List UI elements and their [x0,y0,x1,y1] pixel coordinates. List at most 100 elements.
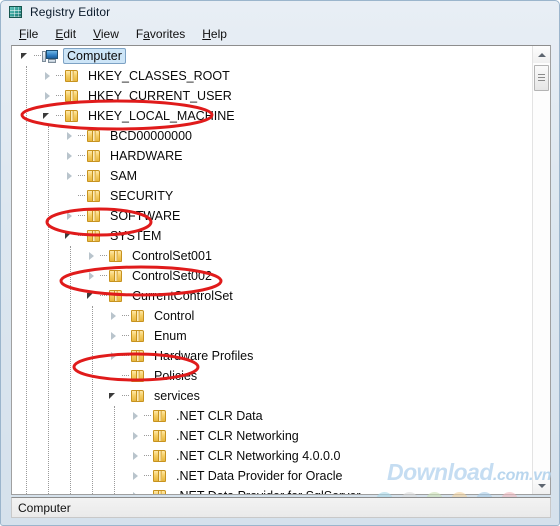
tree-connector [56,106,64,126]
expand-triangle-icon[interactable] [62,206,78,226]
scroll-up-arrow-icon [538,53,546,57]
tree-item[interactable]: Computer [12,46,533,66]
folder-icon [64,109,81,123]
menu-item-view[interactable]: View [85,25,128,43]
expand-triangle-icon[interactable] [106,346,122,366]
expand-triangle-icon[interactable] [128,406,144,426]
scrollbar-thumb[interactable] [534,65,549,91]
folder-icon [64,89,81,103]
watermark-suffix-text: .com.vn [492,467,552,484]
tree-item[interactable]: Hardware Profiles [12,346,533,366]
collapse-triangle-icon[interactable] [18,46,34,66]
tree-connector [34,46,42,66]
tree-item-label: Enum [154,329,187,343]
folder-icon [108,289,125,303]
expand-triangle-icon[interactable] [128,466,144,486]
folder-icon [152,489,169,494]
tree-item-label: HKEY_CURRENT_USER [88,89,232,103]
tree-item[interactable]: Policies [12,366,533,386]
folder-icon [130,309,147,323]
menu-item-help[interactable]: Help [194,25,236,43]
tree-item[interactable]: ControlSet001 [12,246,533,266]
menu-item-file[interactable]: File [11,25,47,43]
folder-icon [152,429,169,443]
tree-item-label: Policies [154,369,198,383]
tree-connector [144,426,152,446]
tree-item[interactable]: CurrentControlSet [12,286,533,306]
tree-connector [122,346,130,366]
folder-icon [152,449,169,463]
collapse-triangle-icon[interactable] [106,386,122,406]
tree-connector [78,166,86,186]
tree-item-label: HARDWARE [110,149,183,163]
tree-item[interactable]: SOFTWARE [12,206,533,226]
tree-item[interactable]: Enum [12,326,533,346]
collapse-triangle-icon[interactable] [40,106,56,126]
tree-connector [100,246,108,266]
tree-item-label: .NET Data Provider for SqlServer [174,489,363,494]
scroll-up-arrow-button[interactable] [533,46,550,63]
folder-icon [130,369,147,383]
expand-triangle-icon[interactable] [40,66,56,86]
expand-triangle-icon[interactable] [40,86,56,106]
status-bar: Computer [11,497,551,518]
menu-item-edit[interactable]: Edit [47,25,85,43]
folder-icon [86,189,103,203]
tree-item[interactable]: HKEY_CLASSES_ROOT [12,66,533,86]
tree-item-label: SYSTEM [110,229,162,243]
tree-item[interactable]: Control [12,306,533,326]
expand-triangle-icon[interactable] [106,326,122,346]
tree-item-label: Computer [63,48,126,64]
expand-triangle-icon[interactable] [128,426,144,446]
folder-icon [86,149,103,163]
folder-icon [130,329,147,343]
tree-connector [100,286,108,306]
registry-tree[interactable]: Computer HKEY_CLASSES_ROOT HKEY_CURRENT_US… [12,46,533,494]
tree-connector [78,146,86,166]
folder-icon [108,249,125,263]
tree-connector [78,226,86,246]
tree-item[interactable]: services [12,386,533,406]
tree-item[interactable]: HKEY_LOCAL_MACHINE [12,106,533,126]
expand-triangle-icon[interactable] [128,446,144,466]
folder-icon [86,169,103,183]
menu-item-favorites[interactable]: Favorites [128,25,194,43]
expand-triangle-icon[interactable] [84,246,100,266]
status-bar-path: Computer [18,500,71,515]
tree-item[interactable]: HKEY_CURRENT_USER [12,86,533,106]
tree-connector [144,466,152,486]
tree-item-label: HKEY_LOCAL_MACHINE [88,109,235,123]
tree-connector [122,386,130,406]
expand-triangle-icon[interactable] [62,126,78,146]
expand-triangle-icon[interactable] [106,306,122,326]
tree-connector [122,326,130,346]
tree-item[interactable]: HARDWARE [12,146,533,166]
tree-item[interactable]: .NET CLR Data [12,406,533,426]
tree-item-label: .NET CLR Networking 4.0.0.0 [176,449,341,463]
collapse-triangle-icon[interactable] [62,226,78,246]
tree-connector [144,446,152,466]
tree-item[interactable]: .NET CLR Networking [12,426,533,446]
expand-triangle-icon[interactable] [62,166,78,186]
tree-item[interactable]: BCD00000000 [12,126,533,146]
registry-icon [8,4,24,20]
scrollbar-grip-icon [538,74,545,75]
menu-bar: File Edit View Favorites Help [11,24,551,44]
tree-item[interactable]: ControlSet002 [12,266,533,286]
collapse-triangle-icon[interactable] [84,286,100,306]
tree-item[interactable]: SECURITY [12,186,533,206]
expand-triangle-icon[interactable] [62,146,78,166]
tree-item-label: BCD00000000 [110,129,193,143]
folder-icon [86,129,103,143]
tree-item[interactable]: SYSTEM [12,226,533,246]
expand-triangle-icon[interactable] [128,486,144,494]
vertical-scrollbar[interactable] [532,46,550,494]
tree-item-label: Hardware Profiles [154,349,254,363]
tree-connector [56,86,64,106]
tree-item[interactable]: SAM [12,166,533,186]
expand-triangle-icon[interactable] [84,266,100,286]
tree-connector [56,66,64,86]
folder-icon [86,229,103,243]
